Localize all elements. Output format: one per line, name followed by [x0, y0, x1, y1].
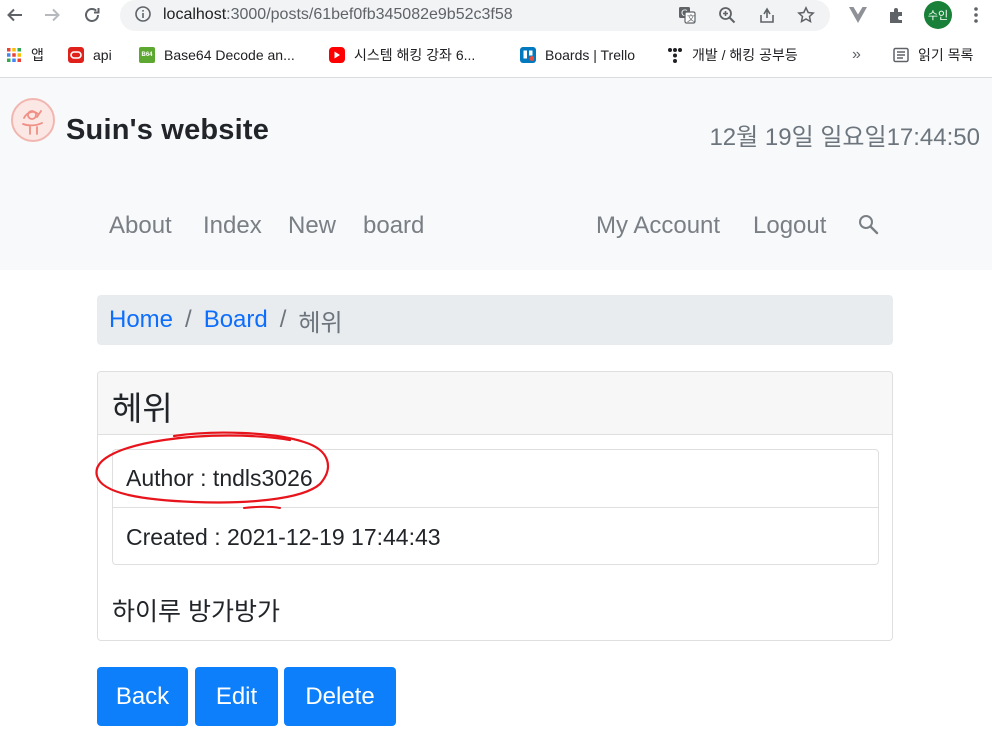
- url-host: localhost: [163, 6, 227, 23]
- post-title: 헤위: [98, 372, 892, 435]
- bookmark-label: 개발 / 해킹 공부등: [692, 47, 798, 63]
- site-info-icon[interactable]: [134, 5, 152, 23]
- forward-arrow-icon[interactable]: [40, 3, 64, 27]
- bookmark-label: 앱: [31, 47, 44, 63]
- nav-link-board[interactable]: board: [363, 212, 424, 240]
- nav-link-about[interactable]: About: [109, 212, 172, 240]
- site-logo[interactable]: [10, 97, 56, 143]
- post-author: Author : tndls3026: [113, 450, 878, 508]
- bookmark-dev-hacking[interactable]: 개발 / 해킹 공부등: [667, 44, 798, 66]
- nav-link-new[interactable]: New: [288, 212, 336, 240]
- vue-extension-icon[interactable]: [847, 4, 869, 26]
- bookmark-star-icon[interactable]: [795, 4, 817, 26]
- site-brand-link[interactable]: Suin's website: [66, 114, 269, 147]
- nav-link-index[interactable]: Index: [203, 212, 262, 240]
- header-clock: 12월 19일 일요일17:44:50: [709, 124, 980, 151]
- nav-link-my-account[interactable]: My Account: [596, 212, 720, 240]
- nav-link-logout[interactable]: Logout: [753, 212, 826, 240]
- b64-icon: B64: [139, 47, 155, 63]
- share-icon[interactable]: [756, 4, 778, 26]
- youtube-icon: [329, 47, 345, 63]
- bookmarks-more-button[interactable]: »: [852, 44, 861, 66]
- post-body: 하이루 방가방가: [112, 598, 280, 626]
- bookmark-apps[interactable]: 앱: [6, 44, 44, 66]
- breadcrumb-separator: /: [279, 306, 287, 333]
- browser-chrome: localhost:3000/posts/61bef0fb345082e9b52…: [0, 0, 992, 78]
- oracle-icon: [68, 47, 84, 63]
- edit-button[interactable]: Edit: [195, 667, 278, 726]
- bookmark-api[interactable]: api: [68, 44, 112, 66]
- post-card: 헤위 Author : tndls3026 Created : 2021-12-…: [97, 371, 893, 641]
- delete-button[interactable]: Delete: [284, 667, 396, 726]
- breadcrumb: Home / Board / 헤위: [97, 295, 893, 345]
- site-header: Suin's website 12월 19일 일요일17:44:50 About…: [0, 78, 992, 270]
- translate-icon[interactable]: G文: [676, 4, 698, 26]
- bookmark-label: Base64 Decode an...: [164, 47, 295, 63]
- reading-list-icon: [893, 47, 909, 63]
- back-arrow-icon[interactable]: [3, 3, 27, 27]
- post-meta-list: Author : tndls3026 Created : 2021-12-19 …: [112, 449, 879, 565]
- bookmark-trello[interactable]: Boards | Trello: [520, 44, 635, 66]
- search-icon[interactable]: [856, 212, 880, 238]
- zoom-icon[interactable]: [716, 4, 738, 26]
- bookmark-reading-list[interactable]: 읽기 목록: [893, 44, 973, 66]
- back-button[interactable]: Back: [97, 667, 188, 726]
- breadcrumb-current: 헤위: [298, 309, 343, 337]
- browser-menu-icon[interactable]: [966, 4, 986, 26]
- breadcrumb-home-link[interactable]: Home: [109, 306, 173, 334]
- apps-grid-icon: [6, 47, 22, 63]
- bookmark-base64[interactable]: B64 Base64 Decode an...: [139, 44, 295, 66]
- breadcrumb-separator: /: [185, 306, 192, 333]
- tistory-icon: [667, 47, 683, 63]
- bookmark-label: 시스템 해킹 강좌 6...: [354, 47, 476, 63]
- post-created: Created : 2021-12-19 17:44:43: [126, 523, 441, 550]
- address-bar-url[interactable]: localhost:3000/posts/61bef0fb345082e9b52…: [163, 5, 513, 25]
- bookmark-label: api: [93, 47, 112, 63]
- bookmark-label: Boards | Trello: [545, 47, 636, 63]
- extensions-puzzle-icon[interactable]: [886, 4, 908, 26]
- svg-text:文: 文: [687, 13, 695, 23]
- trello-icon: [520, 47, 536, 63]
- profile-avatar[interactable]: 수인: [924, 1, 952, 29]
- reload-icon[interactable]: [80, 3, 104, 27]
- bookmark-label: 읽기 목록: [918, 47, 974, 63]
- breadcrumb-board-link[interactable]: Board: [204, 306, 268, 334]
- url-path: :3000/posts/61bef0fb345082e9b52c3f58: [226, 6, 513, 23]
- bookmark-youtube[interactable]: 시스템 해킹 강좌 6...: [329, 44, 475, 66]
- bookmarks-bar: 앱 api B64 Base64 Decode an... 시스템 해킹 강좌 …: [0, 40, 992, 70]
